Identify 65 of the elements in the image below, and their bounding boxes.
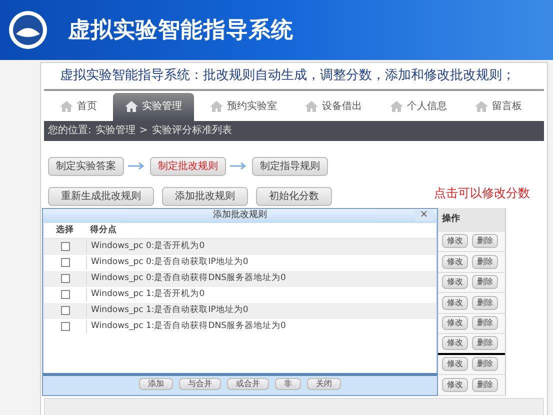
nav-tab[interactable]: 首页 [48,92,109,120]
table-cell: Windows_pc 0:是否开机为0 [86,240,205,253]
home-icon [475,101,488,112]
nav-tab[interactable]: 实验管理 [113,92,194,120]
logo-icon [8,10,48,50]
checkbox[interactable] [60,258,70,267]
breadcrumb-current: 实验评分标准列表 [152,124,232,138]
edit-button[interactable]: 修改 [442,296,468,310]
edit-button[interactable]: 修改 [442,275,468,290]
step-button[interactable]: 制定实验答案 [48,156,124,176]
checkbox[interactable] [60,242,70,251]
delete-button[interactable]: 删除 [472,378,498,392]
step-button[interactable]: 制定指导规则 [252,156,328,176]
dialog-title: 添加批改规则 [213,208,267,222]
column-header: 得分点 [89,224,117,236]
arrow-icon [230,162,248,170]
checkbox[interactable] [60,306,70,315]
nav-tab[interactable]: 设备借出 [293,92,374,120]
edit-button[interactable]: 修改 [442,316,468,330]
dialog-button[interactable]: 与合并 [179,378,221,390]
dialog-button[interactable]: 关闭 [307,378,341,390]
checkbox[interactable] [60,274,70,283]
home-icon [125,101,138,112]
home-icon [210,101,223,112]
breadcrumb-label: 您的位置: [48,124,92,138]
edit-button[interactable]: 修改 [442,254,468,269]
checkbox[interactable] [60,290,70,299]
edit-button[interactable]: 修改 [442,357,468,372]
delete-button[interactable]: 删除 [472,316,498,330]
home-icon [60,101,73,112]
home-icon [305,101,318,112]
hint-text: 点击可以修改分数 [434,184,530,202]
column-header: 选择 [55,224,75,236]
dialog-button[interactable]: 非 [275,378,301,390]
nav-tab[interactable]: 留言板 [463,92,534,120]
delete-button[interactable]: 删除 [472,357,498,372]
action-button[interactable]: 添加批改规则 [162,186,248,206]
table-cell: Windows_pc 1:是否开机为0 [86,288,205,301]
delete-button[interactable]: 删除 [472,254,498,269]
step-button[interactable]: 制定批改规则 [150,156,226,176]
close-button[interactable]: × [415,210,433,220]
app-title: 虚拟实验智能指导系统 [68,16,294,44]
table-cell: Windows_pc 1:是否自动获取IP地址为0 [86,304,248,317]
table-cell: Windows_pc 0:是否自动获取IP地址为0 [86,256,248,269]
arrow-icon [128,162,146,170]
breadcrumb-separator: > [139,124,148,138]
delete-button[interactable]: 删除 [472,336,498,350]
nav-tab[interactable]: 预约实验室 [198,92,289,120]
dialog-button[interactable]: 添加 [139,378,173,390]
action-button[interactable]: 重新生成批改规则 [48,186,154,206]
action-button[interactable]: 初始化分数 [256,186,332,206]
edit-button[interactable]: 修改 [442,234,468,248]
table-cell: Windows_pc 1:是否自动获得DNS服务器地址为0 [86,320,286,333]
checkbox[interactable] [60,322,70,331]
table-cell: Windows_pc 0:是否自动获得DNS服务器地址为0 [86,272,286,285]
dialog-button[interactable]: 或合并 [227,378,269,390]
nav-tab[interactable]: 个人信息 [378,92,459,120]
breadcrumb-link[interactable]: 实验管理 [95,123,136,138]
home-icon [390,101,403,112]
edit-button[interactable]: 修改 [442,378,468,392]
delete-button[interactable]: 删除 [472,275,498,290]
column-header: 操作 [438,208,505,232]
delete-button[interactable]: 删除 [472,296,498,310]
edit-button[interactable]: 修改 [442,336,468,350]
delete-button[interactable]: 删除 [472,234,498,248]
